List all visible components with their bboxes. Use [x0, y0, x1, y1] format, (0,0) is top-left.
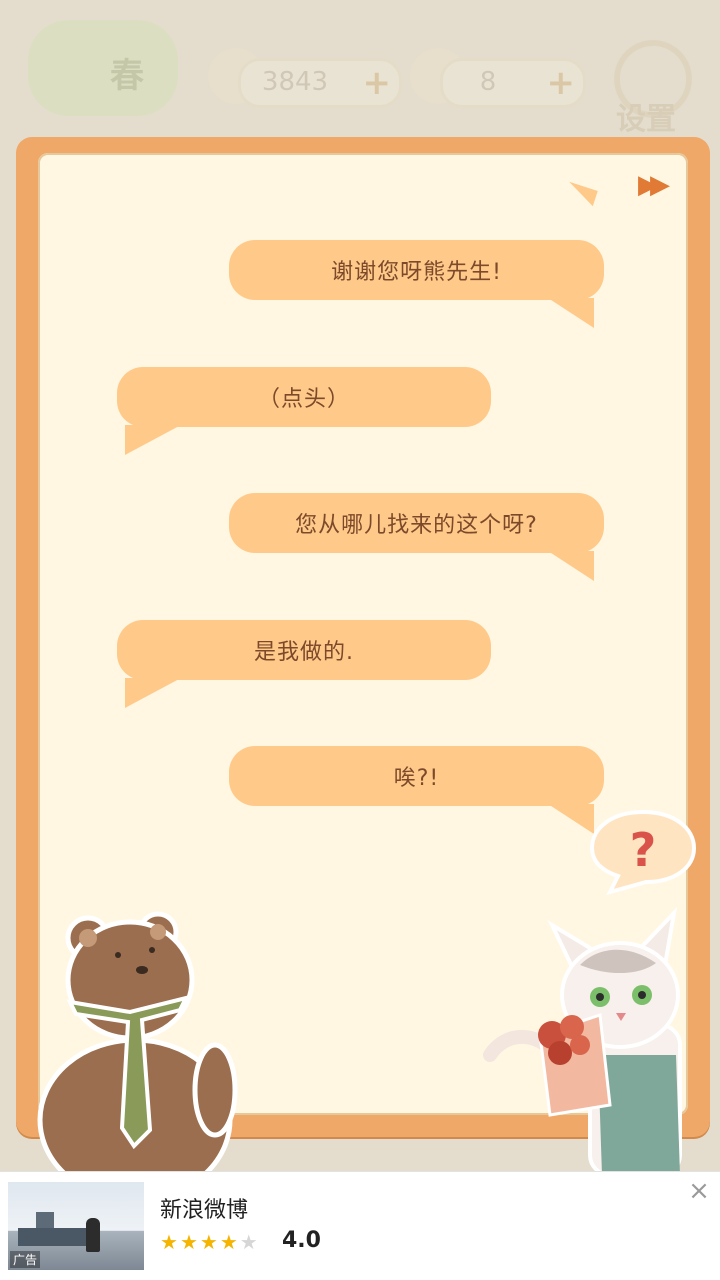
speech-bubble-cat: 谢谢您呀熊先生!	[229, 240, 604, 328]
speech-bubble-bear: （点头）	[117, 367, 491, 455]
top-hud: 春 3843 + 8 + 设置	[0, 0, 720, 140]
cat-character[interactable]	[480, 905, 710, 1185]
emote-symbol: ?	[630, 823, 657, 877]
cheese-currency-counter: 8 +	[440, 58, 586, 108]
bubble-tail	[125, 678, 181, 708]
cheese-count: 8	[479, 67, 497, 97]
message-text: （点头）	[257, 387, 350, 412]
bear-character[interactable]	[30, 910, 240, 1180]
fast-forward-button[interactable]: ▶▶	[638, 170, 670, 200]
fish-count: 3843	[261, 67, 329, 97]
message-text: 唉?!	[393, 766, 440, 791]
fish-currency-counter: 3843 +	[238, 58, 402, 108]
ad-rating-value: 4.0	[282, 1228, 321, 1253]
settings-label[interactable]: 设置	[616, 94, 676, 138]
season-label: 春	[110, 56, 144, 96]
spring-season-logo[interactable]	[28, 20, 178, 116]
star-icon: ★	[219, 1230, 240, 1254]
star-empty-icon: ★	[239, 1230, 260, 1254]
ship-hull	[18, 1228, 88, 1246]
rating-stars: ★★★★★	[160, 1230, 260, 1254]
speech-bubble-cat: 您从哪儿找来的这个呀?	[229, 493, 604, 581]
add-cheese-button[interactable]: +	[547, 63, 576, 103]
ad-tag: 广告	[10, 1251, 41, 1268]
speech-bubble-bear: 是我做的.	[117, 620, 491, 708]
ad-banner[interactable]: 广告 新浪微博 ★★★★★ 4.0 ×	[0, 1172, 720, 1280]
star-icon: ★	[179, 1230, 200, 1254]
bubble-tail	[125, 425, 181, 455]
star-icon: ★	[199, 1230, 220, 1254]
bubble-tail	[548, 551, 594, 581]
add-fish-button[interactable]: +	[363, 63, 392, 103]
message-text: 您从哪儿找来的这个呀?	[295, 513, 538, 538]
bubble-tail	[548, 298, 594, 328]
star-icon: ★	[160, 1230, 180, 1254]
speech-bubble-cat: 唉?!	[229, 746, 604, 834]
message-text: 谢谢您呀熊先生!	[331, 260, 502, 285]
message-text: 是我做的.	[254, 640, 354, 665]
ad-thumbnail-image[interactable]: 广告	[8, 1182, 144, 1270]
question-emote-icon: ?	[589, 809, 697, 896]
ad-app-title[interactable]: 新浪微博	[160, 1192, 248, 1224]
close-icon[interactable]: ×	[686, 1178, 712, 1204]
person-figure	[86, 1218, 100, 1252]
